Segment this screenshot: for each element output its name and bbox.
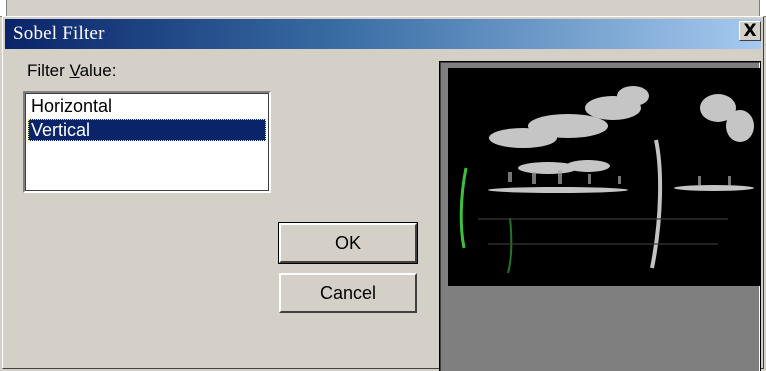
dialog-title: Sobel Filter bbox=[13, 23, 105, 44]
ok-button[interactable]: OK bbox=[278, 222, 418, 264]
filter-value-label: Filter Value: bbox=[27, 61, 116, 81]
sobel-filter-dialog: Sobel Filter X Filter Value: Horizontal … bbox=[2, 16, 764, 371]
background-window-edge bbox=[0, 0, 766, 17]
screen: Sobel Filter X Filter Value: Horizontal … bbox=[0, 0, 766, 371]
close-button[interactable]: X bbox=[739, 21, 761, 41]
filter-value-label-suffix: alue: bbox=[79, 61, 117, 80]
filter-value-label-accelerator: V bbox=[69, 61, 80, 80]
list-item-horizontal[interactable]: Horizontal bbox=[28, 95, 266, 117]
cancel-button[interactable]: Cancel bbox=[279, 273, 417, 313]
close-icon: X bbox=[743, 20, 757, 41]
preview-image bbox=[448, 68, 760, 286]
list-item-vertical[interactable]: Vertical bbox=[28, 119, 266, 141]
preview-panel bbox=[439, 61, 761, 371]
title-bar[interactable]: Sobel Filter bbox=[5, 19, 761, 49]
filter-value-listbox[interactable]: Horizontal Vertical bbox=[23, 91, 271, 193]
filter-value-label-prefix: Filter bbox=[27, 61, 70, 80]
